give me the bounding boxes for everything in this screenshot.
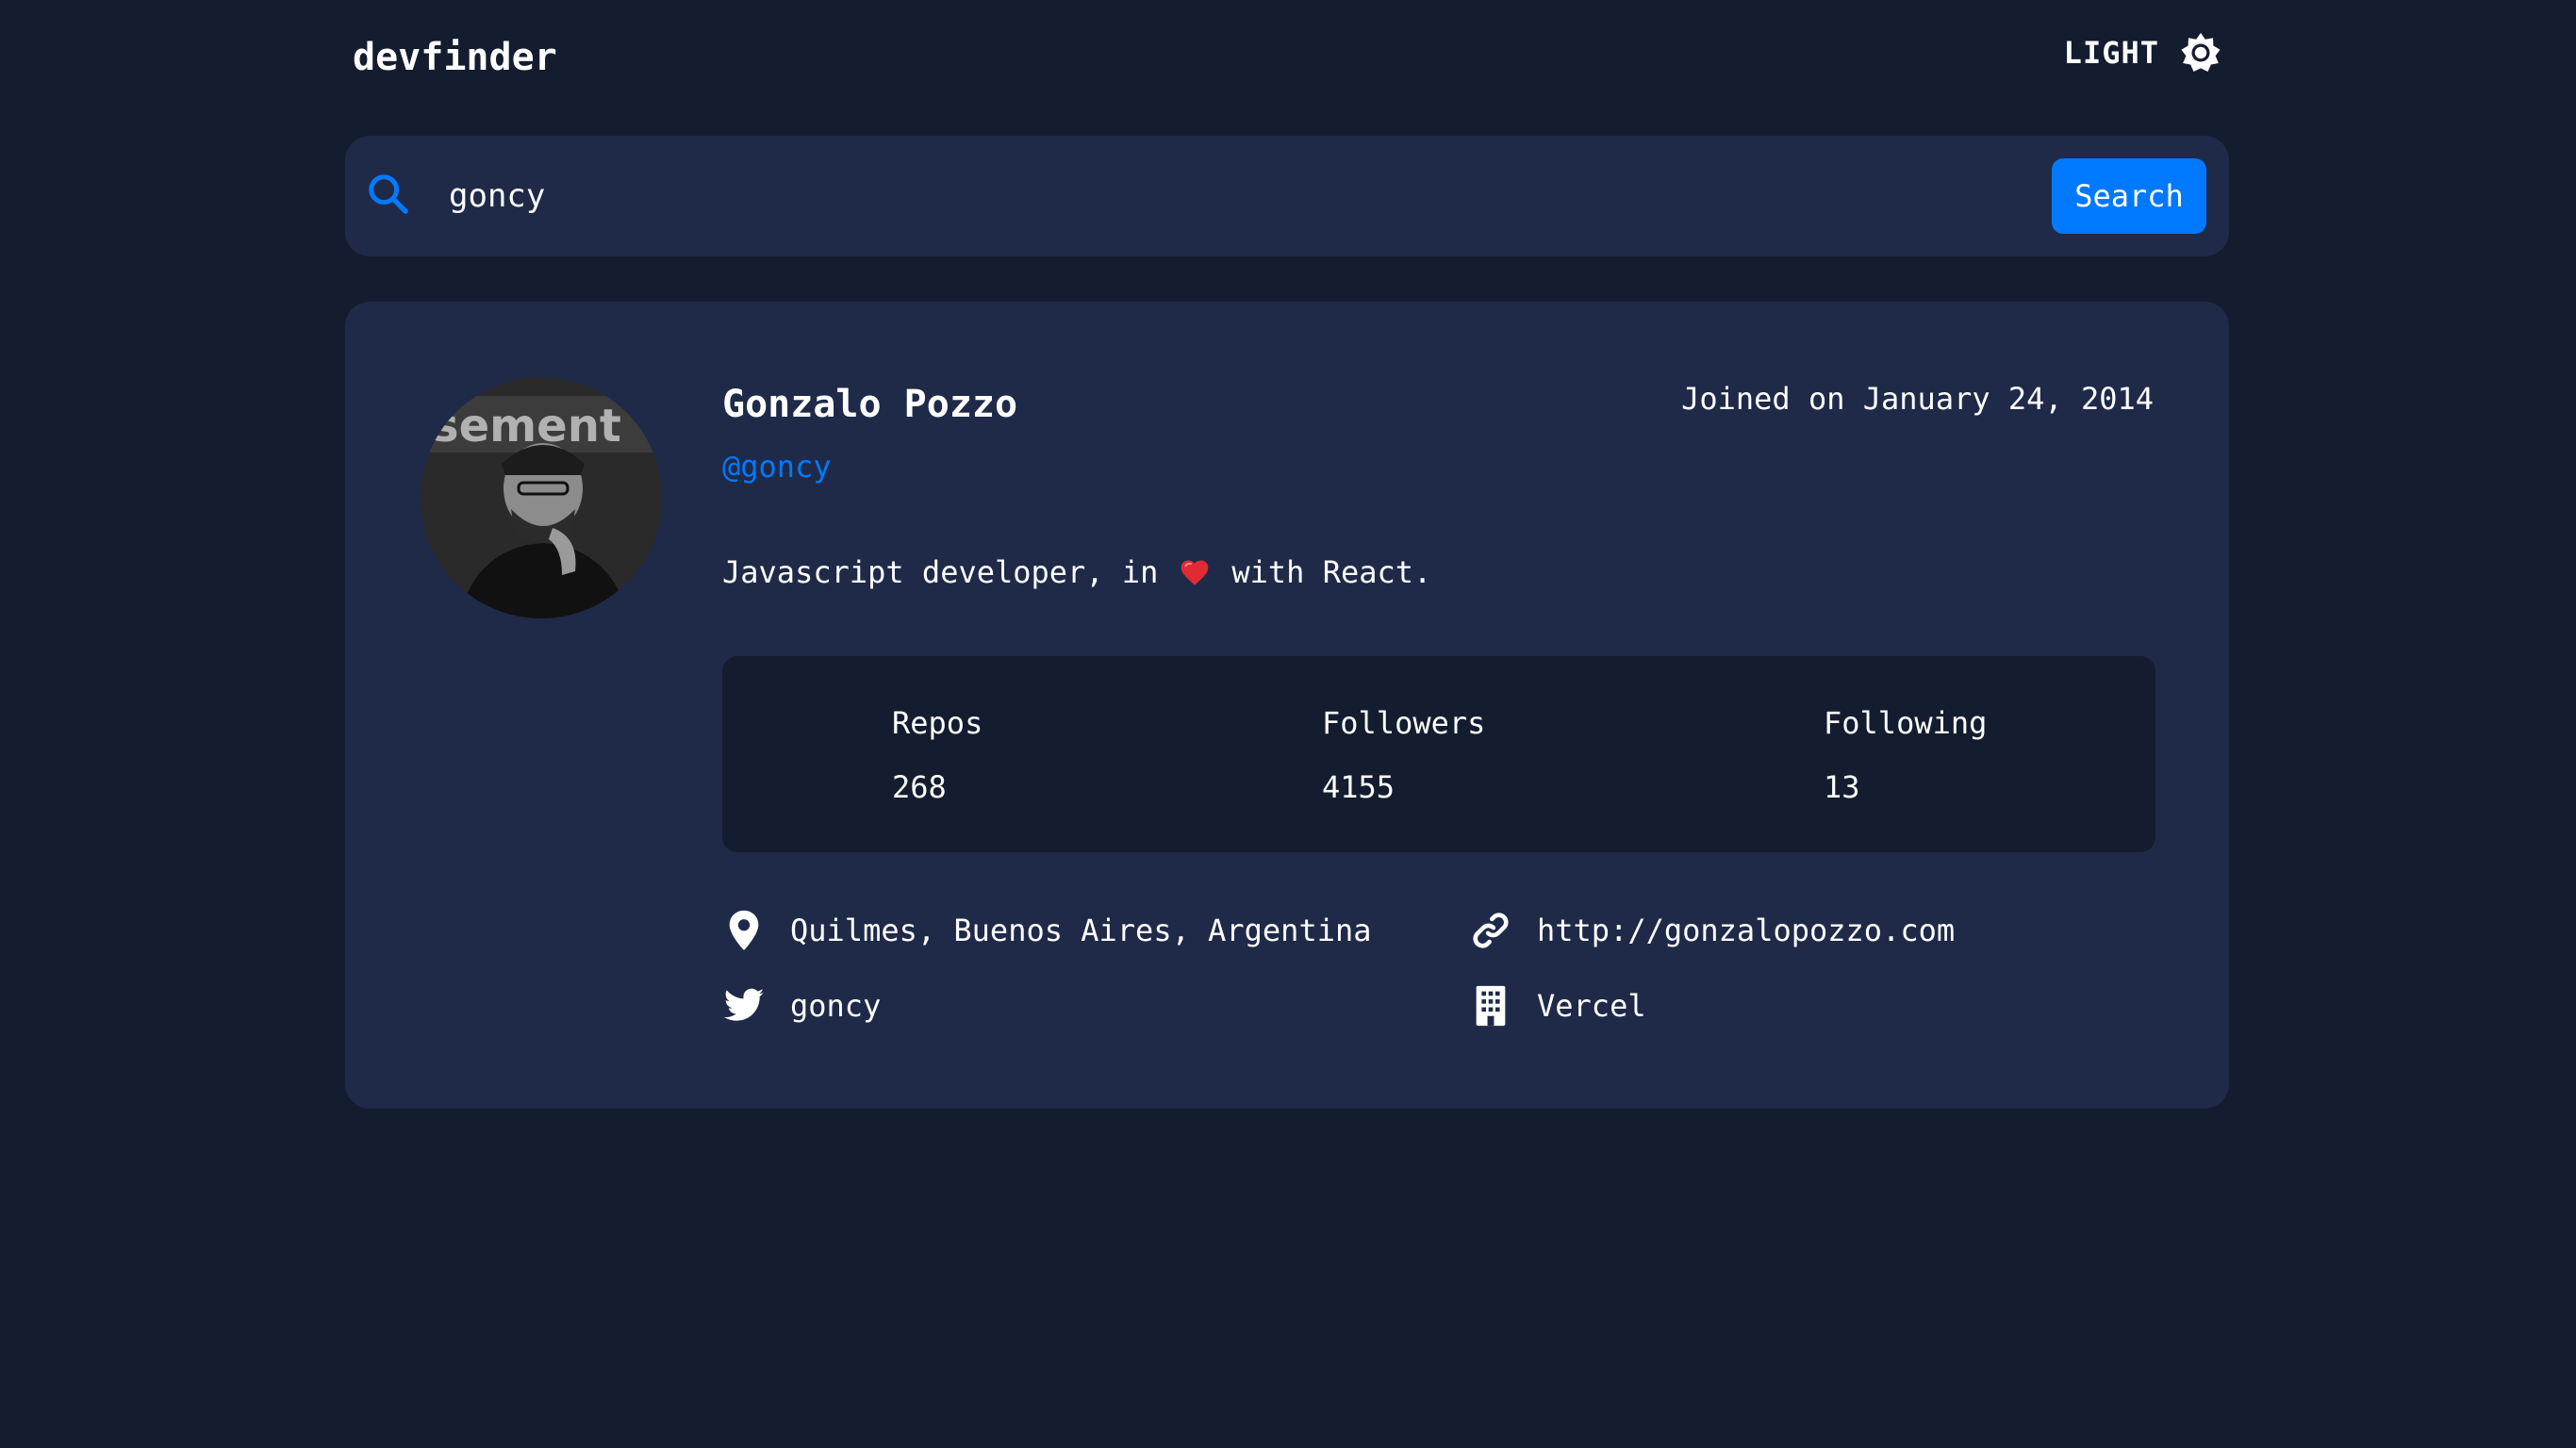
- stat-followers: Followers 4155: [1322, 705, 1485, 805]
- company-row: Vercel: [1469, 984, 1646, 1028]
- company-name: Vercel: [1537, 988, 1646, 1024]
- bio-text-start: Javascript developer, in: [722, 554, 1159, 590]
- theme-toggle[interactable]: LIGHT: [2064, 32, 2221, 74]
- search-bar: Search: [345, 136, 2229, 256]
- profile-card: sement Gonzalo Pozzo @goncy Joined on Ja…: [345, 302, 2229, 1109]
- search-icon: [369, 174, 408, 214]
- sun-icon: [2181, 32, 2221, 72]
- avatar: sement: [421, 377, 662, 618]
- location-row: Quilmes, Buenos Aires, Argentina: [722, 909, 1372, 952]
- company-icon: [1476, 985, 1506, 1027]
- stat-value: 13: [1824, 769, 1860, 805]
- app-logo: devfinder: [353, 36, 557, 79]
- stat-label: Following: [1824, 705, 1988, 741]
- twitter-handle[interactable]: goncy: [790, 988, 881, 1024]
- stat-label: Repos: [892, 705, 983, 741]
- stat-value: 4155: [1322, 769, 1395, 805]
- search-button[interactable]: Search: [2052, 158, 2206, 234]
- blog-link[interactable]: http://gonzalopozzo.com: [1537, 913, 1955, 948]
- heart-icon: [1181, 560, 1209, 585]
- location-text: Quilmes, Buenos Aires, Argentina: [790, 913, 1372, 948]
- profile-bio: Javascript developer, in with React.: [722, 554, 1431, 590]
- avatar-image: sement: [421, 377, 662, 618]
- profile-login-link[interactable]: @goncy: [722, 449, 832, 485]
- search-input[interactable]: [449, 162, 1411, 230]
- location-icon: [729, 910, 759, 951]
- profile-name: Gonzalo Pozzo: [722, 383, 1018, 426]
- theme-label: LIGHT: [2063, 35, 2159, 71]
- stat-following: Following 13: [1824, 705, 1987, 805]
- blog-row[interactable]: http://gonzalopozzo.com: [1469, 909, 1955, 952]
- bio-text-end: with React.: [1231, 554, 1432, 590]
- stats-panel: Repos 268 Followers 4155 Following 13: [722, 656, 2155, 852]
- stat-label: Followers: [1322, 705, 1486, 741]
- svg-text:sement: sement: [432, 400, 621, 452]
- joined-date: Joined on January 24, 2014: [1681, 381, 2154, 417]
- link-icon: [1473, 913, 1509, 948]
- stat-repos: Repos 268: [892, 705, 983, 805]
- twitter-row[interactable]: goncy: [722, 984, 881, 1028]
- header: devfinder LIGHT: [345, 28, 2229, 89]
- stat-value: 268: [892, 769, 947, 805]
- twitter-icon: [723, 988, 765, 1021]
